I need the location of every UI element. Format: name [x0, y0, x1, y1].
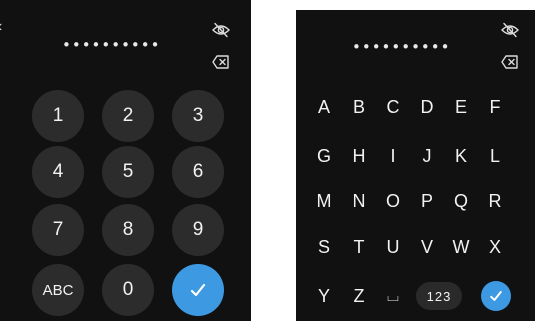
key-y[interactable]: Y [310, 282, 338, 310]
key-n[interactable]: N [345, 187, 373, 215]
checkmark-icon [490, 291, 502, 301]
key-b[interactable]: B [345, 93, 373, 121]
backspace-icon[interactable] [500, 52, 520, 72]
eye-slash-icon[interactable] [500, 20, 520, 40]
key-f[interactable]: F [481, 93, 509, 121]
key-m[interactable]: M [310, 187, 338, 215]
key-d[interactable]: D [413, 93, 441, 121]
key-r[interactable]: R [481, 187, 509, 215]
back-caret[interactable]: ‹ [0, 18, 2, 36]
key-k[interactable]: K [447, 142, 475, 170]
space-key[interactable]: ⌴ [379, 282, 407, 310]
numeric-keypad-screen: ‹ •••••••••• 1 2 3 4 5 6 7 8 9 ABC 0 [0, 0, 251, 321]
key-a[interactable]: A [310, 93, 338, 121]
numeric-mode-key[interactable]: 123 [416, 282, 462, 310]
password-field: •••••••••• [62, 36, 161, 54]
key-z[interactable]: Z [345, 282, 373, 310]
key-3[interactable]: 3 [172, 90, 224, 142]
key-9[interactable]: 9 [172, 204, 224, 256]
key-1[interactable]: 1 [32, 90, 84, 142]
key-p[interactable]: P [413, 187, 441, 215]
key-x[interactable]: X [481, 233, 509, 261]
key-w[interactable]: W [447, 233, 475, 261]
key-o[interactable]: O [379, 187, 407, 215]
key-7[interactable]: 7 [32, 204, 84, 256]
key-4[interactable]: 4 [32, 146, 84, 198]
alpha-keypad-screen: •••••••••• A B C D E F G H I J K L M N O… [296, 10, 535, 321]
key-h[interactable]: H [345, 142, 373, 170]
key-8[interactable]: 8 [102, 204, 154, 256]
abc-mode-key[interactable]: ABC [32, 264, 84, 316]
key-i[interactable]: I [379, 142, 407, 170]
key-q[interactable]: Q [447, 187, 475, 215]
key-0[interactable]: 0 [102, 264, 154, 316]
key-e[interactable]: E [447, 93, 475, 121]
key-l[interactable]: L [481, 142, 509, 170]
key-u[interactable]: U [379, 233, 407, 261]
key-5[interactable]: 5 [102, 146, 154, 198]
key-v[interactable]: V [413, 233, 441, 261]
backspace-icon[interactable] [211, 52, 231, 72]
key-j[interactable]: J [413, 142, 441, 170]
key-s[interactable]: S [310, 233, 338, 261]
eye-slash-icon[interactable] [211, 20, 231, 40]
key-6[interactable]: 6 [172, 146, 224, 198]
checkmark-icon [190, 283, 206, 297]
key-c[interactable]: C [379, 93, 407, 121]
password-field: •••••••••• [352, 38, 451, 56]
key-t[interactable]: T [345, 233, 373, 261]
confirm-button[interactable] [172, 264, 224, 316]
key-g[interactable]: G [310, 142, 338, 170]
confirm-button[interactable] [481, 281, 511, 311]
key-2[interactable]: 2 [102, 90, 154, 142]
